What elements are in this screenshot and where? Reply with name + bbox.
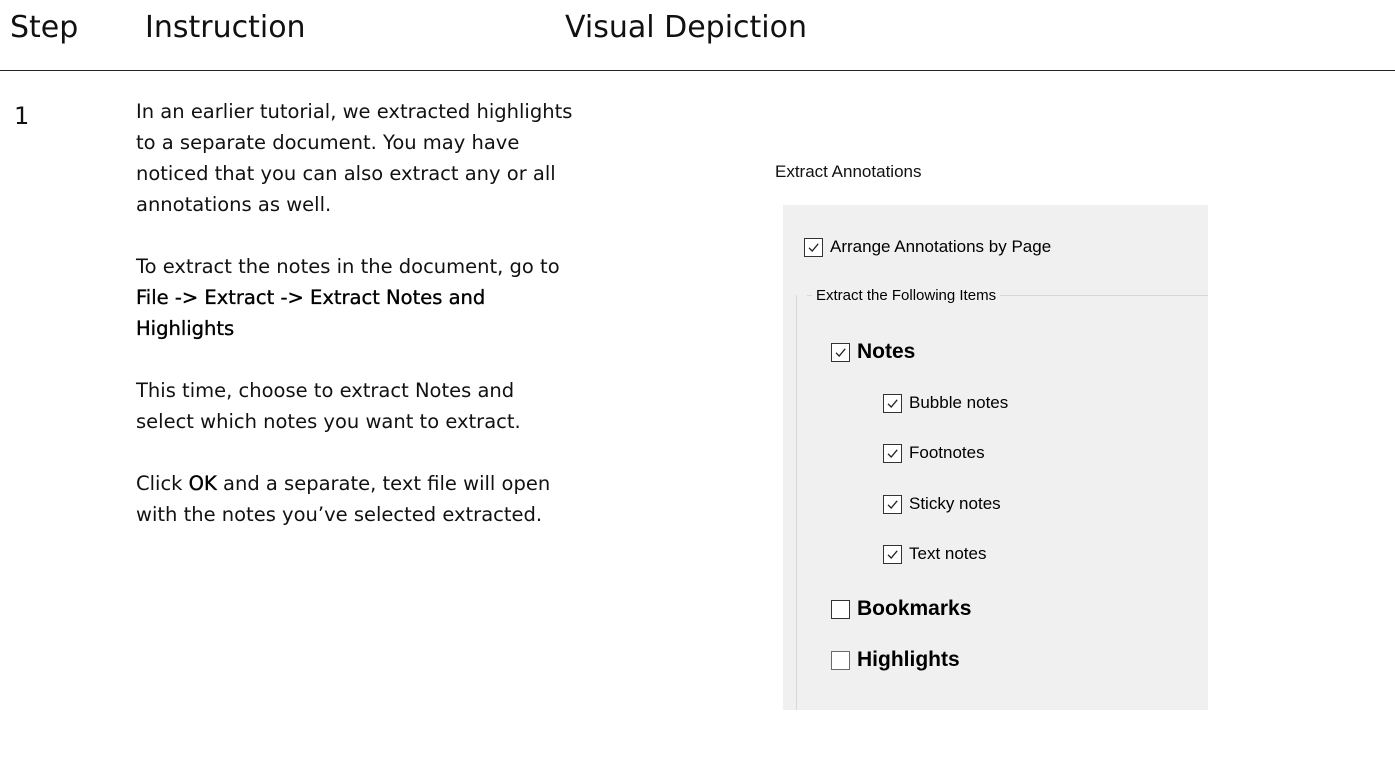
highlights-checkbox[interactable]: Highlights bbox=[831, 648, 960, 672]
highlights-label: Highlights bbox=[857, 648, 960, 671]
footnotes-label: Footnotes bbox=[909, 443, 985, 462]
bubble-notes-checkbox[interactable]: Bubble notes bbox=[883, 393, 1008, 413]
instruction-text: In an earlier tutorial, we extracted hig… bbox=[136, 96, 576, 561]
checkbox-checked-icon[interactable] bbox=[831, 342, 850, 362]
sticky-notes-checkbox[interactable]: Sticky notes bbox=[883, 494, 1001, 514]
column-header-visual-depiction: Visual Depiction bbox=[565, 10, 807, 45]
text-notes-checkbox[interactable]: Text notes bbox=[883, 544, 987, 564]
tutorial-page: Step Instruction Visual Depiction 1 In a… bbox=[0, 0, 1395, 781]
checkbox-checked-icon[interactable] bbox=[883, 494, 902, 514]
column-header-step: Step bbox=[10, 10, 79, 45]
header-divider bbox=[0, 70, 1395, 71]
text-notes-label: Text notes bbox=[909, 544, 987, 563]
bookmarks-label: Bookmarks bbox=[857, 597, 972, 620]
instruction-paragraph-4: Click OK and a separate, text file will … bbox=[136, 468, 576, 530]
notes-checkbox[interactable]: Notes bbox=[831, 340, 915, 364]
step-number: 1 bbox=[14, 102, 30, 130]
sticky-notes-label: Sticky notes bbox=[909, 494, 1001, 513]
instruction-paragraph-2: To extract the notes in the document, go… bbox=[136, 251, 576, 344]
arrange-by-page-checkbox[interactable]: Arrange Annotations by Page bbox=[804, 237, 1051, 257]
instruction-2-prefix: To extract the notes in the document, go… bbox=[136, 255, 560, 278]
menu-path-text: File -> Extract -> Extract Notes and Hig… bbox=[136, 286, 486, 340]
instruction-paragraph-3: This time, choose to extract Notes and s… bbox=[136, 379, 521, 433]
checkbox-checked-icon[interactable] bbox=[883, 443, 902, 463]
extract-annotations-panel bbox=[783, 205, 1208, 710]
column-header-instruction: Instruction bbox=[145, 10, 306, 45]
checkbox-checked-icon[interactable] bbox=[804, 237, 823, 257]
checkbox-checked-icon[interactable] bbox=[883, 544, 902, 564]
group-box-left-border bbox=[796, 295, 797, 710]
arrange-by-page-label: Arrange Annotations by Page bbox=[830, 237, 1052, 256]
checkbox-unchecked-icon[interactable] bbox=[831, 599, 850, 619]
instruction-paragraph-1: In an earlier tutorial, we extracted hig… bbox=[136, 100, 573, 216]
instruction-4-prefix: Click bbox=[136, 472, 189, 495]
notes-label: Notes bbox=[857, 340, 916, 363]
checkbox-unchecked-icon[interactable] bbox=[831, 650, 850, 670]
dialog-title: Extract Annotations bbox=[775, 162, 922, 181]
footnotes-checkbox[interactable]: Footnotes bbox=[883, 443, 985, 463]
checkbox-checked-icon[interactable] bbox=[883, 393, 902, 413]
ok-text: OK bbox=[188, 472, 217, 495]
bubble-notes-label: Bubble notes bbox=[909, 393, 1009, 412]
extract-items-group-label: Extract the Following Items bbox=[812, 287, 1001, 304]
bookmarks-checkbox[interactable]: Bookmarks bbox=[831, 597, 971, 621]
